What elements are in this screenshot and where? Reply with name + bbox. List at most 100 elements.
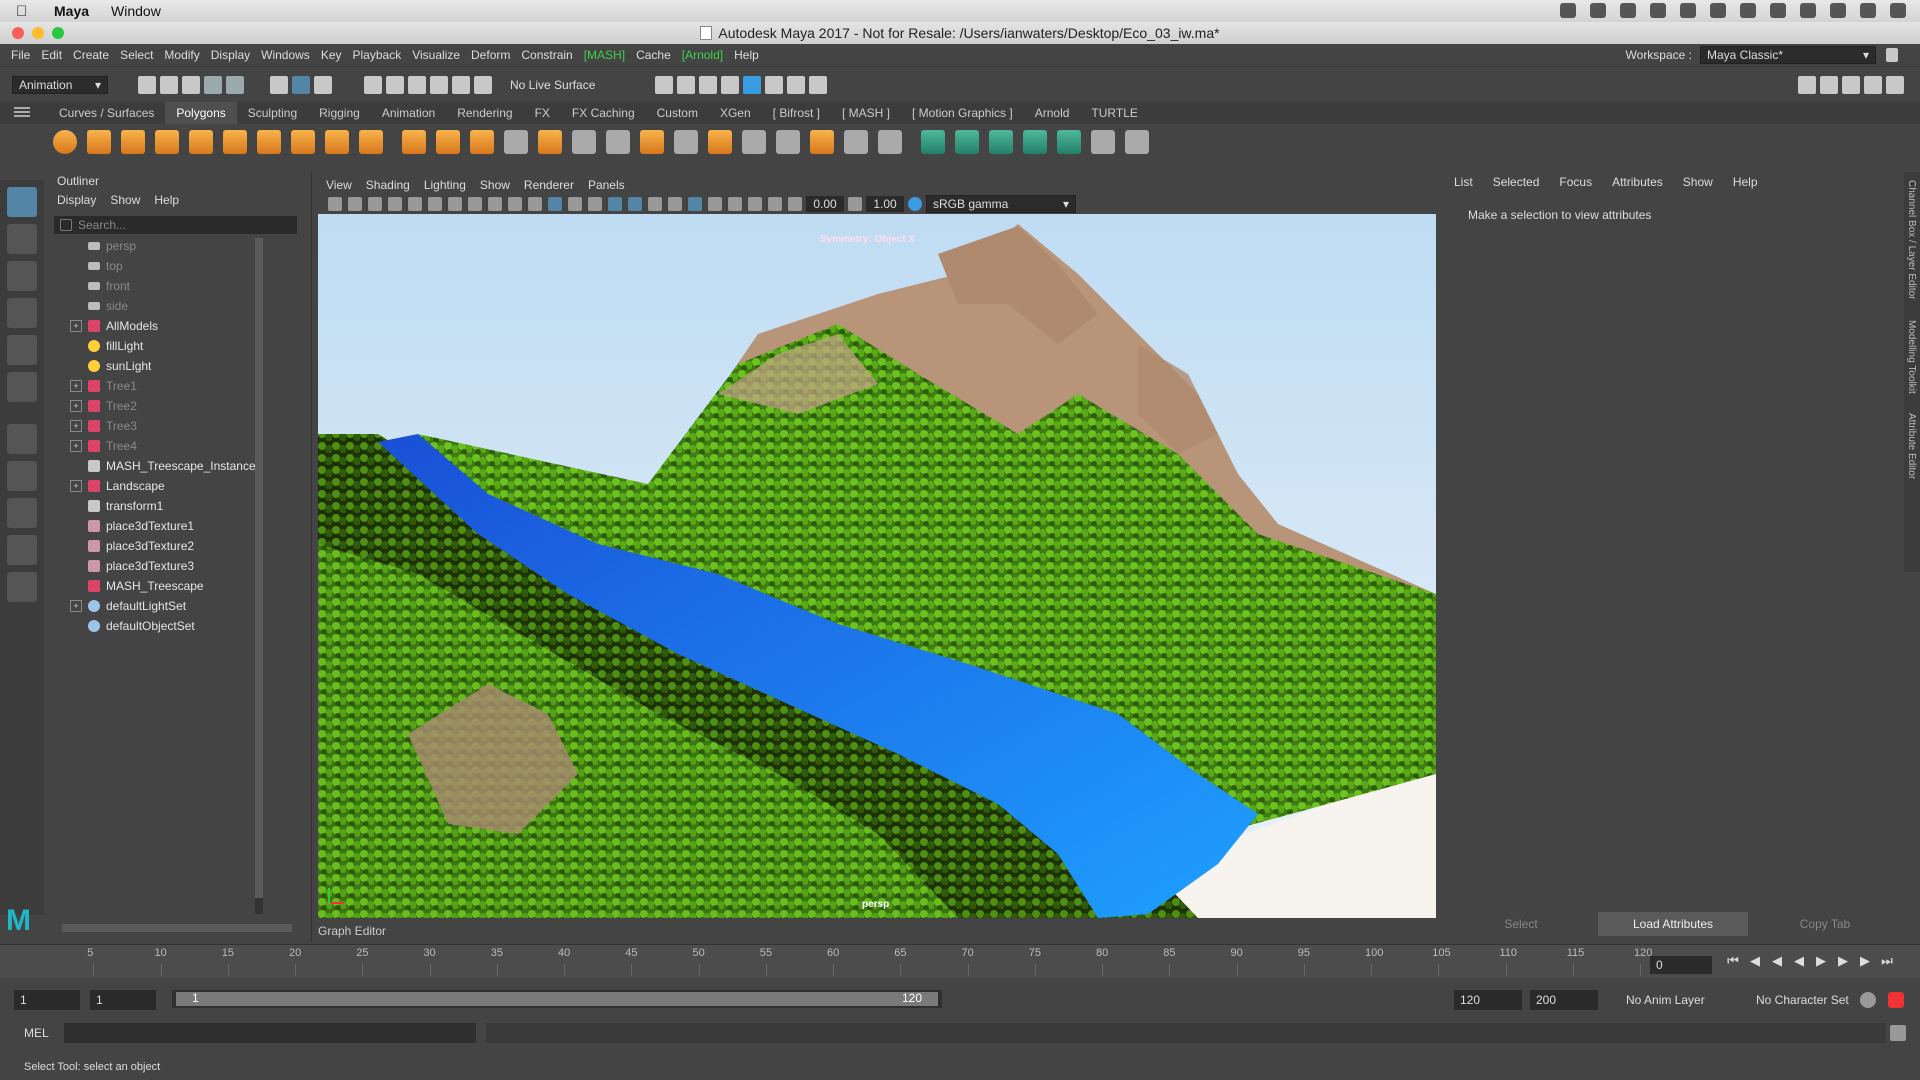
expand-icon[interactable]: + — [70, 440, 82, 452]
mac-app-menu[interactable]: Maya — [54, 3, 89, 19]
ae-menu-selected[interactable]: Selected — [1493, 175, 1540, 189]
range-slider-bar[interactable]: 1 120 — [172, 990, 942, 1008]
wireframe-on-shaded-icon[interactable] — [588, 197, 602, 211]
list-icon[interactable] — [1890, 3, 1906, 18]
outliner-layout-icon[interactable] — [7, 572, 37, 602]
poly-pyramid-icon[interactable] — [257, 130, 281, 154]
uv-unfold-icon[interactable] — [1125, 130, 1149, 154]
shelf-menu-icon[interactable] — [14, 105, 30, 119]
save-scene-icon[interactable] — [182, 75, 200, 94]
tool-settings-toggle-icon[interactable] — [1842, 75, 1860, 94]
wireframe-icon[interactable] — [528, 197, 542, 211]
use-default-material-icon[interactable] — [568, 197, 582, 211]
shelf-tab-polygons[interactable]: Polygons — [165, 102, 237, 124]
step-back-frame-icon[interactable]: ◀ — [1748, 954, 1762, 968]
time-slider[interactable]: 5 10 15 20 25 30 35 40 45 50 55 60 65 70 75 80 85 90 95 100… — [0, 944, 1920, 978]
gamma-icon[interactable] — [848, 197, 862, 211]
load-attributes-button[interactable]: Load Attributes — [1598, 912, 1748, 936]
go-to-end-icon[interactable]: ⏭ — [1880, 954, 1894, 968]
viewport-menu-renderer[interactable]: Renderer — [524, 178, 574, 192]
battery-icon[interactable] — [1710, 3, 1726, 18]
play-forwards-icon[interactable]: ▶ — [1814, 954, 1828, 968]
menu-select[interactable]: Select — [120, 48, 153, 62]
shelf-tab-animation[interactable]: Animation — [371, 102, 446, 124]
poly-cone-icon[interactable] — [155, 130, 179, 154]
isolate-select-icon[interactable] — [728, 197, 742, 211]
poly-cylinder-icon[interactable] — [121, 130, 145, 154]
poly-sphere-icon[interactable] — [53, 130, 77, 154]
bridge-icon[interactable] — [674, 130, 698, 154]
bluetooth-icon[interactable] — [1770, 3, 1786, 18]
volume-icon[interactable] — [1740, 3, 1756, 18]
shelf-tab-xgen[interactable]: XGen — [709, 102, 762, 124]
shelf-tab-arnold[interactable]: Arnold — [1024, 102, 1081, 124]
shelf-tab-mash[interactable]: [ MASH ] — [831, 102, 901, 124]
dropbox-icon[interactable] — [1620, 3, 1636, 18]
single-perspective-layout-icon[interactable] — [7, 461, 37, 491]
multi-cut-icon[interactable] — [606, 130, 630, 154]
attribute-editor-toggle-icon[interactable] — [1820, 75, 1838, 94]
uv-editor-icon[interactable] — [1057, 130, 1081, 154]
select-object-icon[interactable] — [292, 75, 310, 94]
playback-end-field[interactable]: 120 — [1454, 990, 1522, 1010]
field-chart-icon[interactable] — [488, 197, 502, 211]
side-tab-channel-box[interactable]: Channel Box / Layer Editor — [1906, 180, 1917, 300]
exposure-field[interactable]: 0.00 — [806, 196, 844, 212]
script-editor-icon[interactable] — [1890, 1025, 1906, 1041]
display-icon[interactable] — [1680, 3, 1696, 18]
paint-select-tool-icon[interactable] — [7, 261, 37, 291]
persp-outliner-layout-icon[interactable] — [7, 535, 37, 565]
menu-modify[interactable]: Modify — [164, 48, 199, 62]
mel-input-field[interactable] — [64, 1023, 476, 1043]
outliner-menu-help[interactable]: Help — [154, 193, 179, 207]
copy-tab-button[interactable]: Copy Tab — [1750, 912, 1900, 936]
shelf-tab-rigging[interactable]: Rigging — [308, 102, 371, 124]
wifi-icon[interactable] — [1830, 3, 1846, 18]
select-hierarchy-icon[interactable] — [270, 75, 288, 94]
separate-icon[interactable] — [436, 130, 460, 154]
poly-type-icon[interactable] — [325, 130, 349, 154]
apple-icon[interactable]:  — [16, 3, 32, 20]
menu-mash[interactable]: [MASH] — [584, 48, 625, 62]
open-scene-icon[interactable] — [160, 75, 178, 94]
menu-display[interactable]: Display — [211, 48, 250, 62]
poly-plane-icon[interactable] — [189, 130, 213, 154]
rotate-tool-icon[interactable] — [7, 335, 37, 365]
extrude-icon[interactable] — [640, 130, 664, 154]
quad-draw-icon[interactable] — [878, 130, 902, 154]
grid-icon[interactable] — [408, 197, 422, 211]
offset-edge-loop-icon[interactable] — [776, 130, 800, 154]
render-setup-icon[interactable] — [765, 75, 784, 94]
character-set-dropdown[interactable]: No Character Set — [1750, 990, 1874, 1010]
mirror-icon[interactable] — [470, 130, 494, 154]
gamma-field[interactable]: 1.00 — [866, 196, 904, 212]
shadows-icon[interactable] — [648, 197, 662, 211]
close-window-icon[interactable] — [12, 27, 24, 39]
image-plane-icon[interactable] — [388, 197, 402, 211]
live-surface-label[interactable]: No Live Surface — [510, 78, 595, 92]
viewport-menu-view[interactable]: View — [326, 178, 352, 192]
animation-start-field[interactable]: 1 — [14, 990, 80, 1010]
menu-cache[interactable]: Cache — [636, 48, 671, 62]
undo-icon[interactable] — [204, 75, 222, 94]
shelf-tab-custom[interactable]: Custom — [646, 102, 709, 124]
creative-cloud-icon[interactable] — [1590, 3, 1606, 18]
menu-arnold[interactable]: [Arnold] — [682, 48, 723, 62]
bookmark-icon[interactable] — [368, 197, 382, 211]
snap-curve-icon[interactable] — [386, 75, 404, 94]
snap-surface-icon[interactable] — [452, 75, 470, 94]
anim-layer-dropdown[interactable]: No Anim Layer — [1620, 990, 1740, 1010]
use-all-lights-icon[interactable] — [628, 197, 642, 211]
uv-cylindrical-icon[interactable] — [955, 130, 979, 154]
channel-box-toggle-icon[interactable] — [1864, 75, 1882, 94]
menu-file[interactable]: File — [11, 48, 30, 62]
bevel-icon[interactable] — [708, 130, 732, 154]
spotlight-search-icon[interactable] — [1860, 3, 1876, 18]
outliner-menu-show[interactable]: Show — [110, 193, 140, 207]
insert-edge-loop-icon[interactable] — [742, 130, 766, 154]
gate-mask-icon[interactable] — [468, 197, 482, 211]
render-view-icon[interactable] — [655, 75, 674, 94]
expand-icon[interactable]: + — [70, 420, 82, 432]
auto-key-icon[interactable] — [1860, 992, 1876, 1008]
ae-menu-list[interactable]: List — [1454, 175, 1473, 189]
